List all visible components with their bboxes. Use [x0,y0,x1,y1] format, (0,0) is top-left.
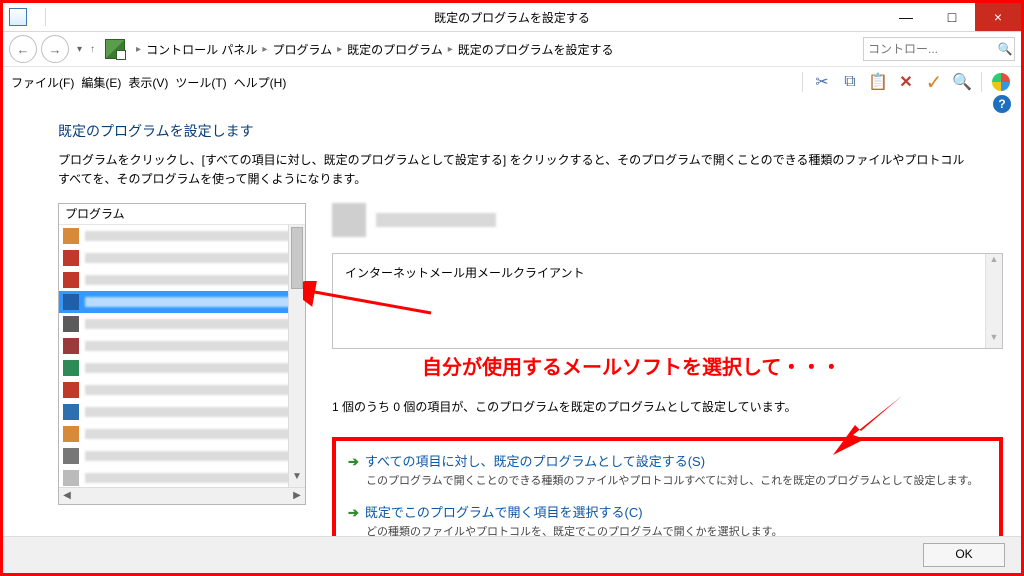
search-input[interactable] [864,42,996,56]
page-title: 既定のプログラムを設定します [58,121,1003,141]
program-header [332,203,1003,237]
program-detail: インターネットメール用メールクライアント ▲ ▼ 自分が使用するメールソフトを選… [332,203,1003,537]
option-desc: どの種類のファイルやプロトコルを、既定でこのプログラムで開くかを選択します。 [366,523,987,537]
list-item[interactable] [59,247,305,269]
list-item[interactable] [59,423,305,445]
annotation-text: 自分が使用するメールソフトを選択して・・・ [422,351,1003,380]
toolbar-divider [802,72,803,92]
history-dropdown-icon[interactable]: ▾ [77,44,82,55]
dialog-footer: OK [3,536,1021,573]
toolbar: ✂ ⧉ 📋 ✕ ✓ 🔍 [799,70,1013,94]
program-list-header: プログラム [59,204,305,225]
cut-icon[interactable]: ✂ [810,70,834,94]
list-vertical-scrollbar[interactable]: ▲ ▼ [288,225,305,487]
program-list-body[interactable]: ▲ ▼ [59,225,305,487]
paste-icon[interactable]: 📋 [866,70,890,94]
scroll-up-icon[interactable]: ▲ [986,254,1002,270]
crumb-3[interactable]: 既定のプログラムを設定する [458,41,614,58]
option-choose-defaults[interactable]: ➔ 既定でこのプログラムで開く項目を選択する(C) どの種類のファイルやプロトコル… [348,502,987,537]
system-menu-icon[interactable] [9,8,27,26]
list-item-selected[interactable] [59,291,305,313]
list-item[interactable] [59,401,305,423]
option-desc: このプログラムで開くことのできる種類のファイルやプロトコルすべてに対し、これを既… [366,472,987,488]
arrow-icon: ➔ [348,454,359,469]
control-panel-window: 既定のプログラムを設定する — □ × ← → ▾ ↑ ▸ コントロール パネル… [0,0,1024,576]
window-buttons: — □ × [883,3,1021,31]
breadcrumb[interactable]: ▸ コントロール パネル▸ プログラム▸ 既定のプログラム▸ 既定のプログラムを… [131,41,613,58]
list-item[interactable] [59,335,305,357]
list-item[interactable] [59,445,305,467]
toolbar-search-icon[interactable]: 🔍 [950,70,974,94]
content-pane: ? 既定のプログラムを設定します プログラムをクリックし、[すべての項目に対し、… [3,95,1021,537]
program-description: インターネットメール用メールクライアント [345,266,585,280]
option-title[interactable]: すべての項目に対し、既定のプログラムとして設定する(S) [365,454,705,469]
titlebar-separator [45,8,46,26]
list-item[interactable] [59,357,305,379]
search-box[interactable]: 🔍 [863,37,1015,61]
control-panel-icon[interactable] [105,39,125,59]
minimize-button[interactable]: — [883,3,929,31]
desc-scrollbar[interactable]: ▲ ▼ [985,254,1002,348]
help-icon[interactable]: ? [993,95,1011,113]
close-button[interactable]: × [975,3,1021,31]
scroll-left-icon[interactable]: ◀ [59,488,75,504]
ok-button[interactable]: OK [923,543,1005,567]
navigation-bar: ← → ▾ ↑ ▸ コントロール パネル▸ プログラム▸ 既定のプログラム▸ 既… [3,32,1021,67]
check-icon[interactable]: ✓ [922,70,946,94]
list-item[interactable] [59,467,305,487]
arrow-icon: ➔ [348,505,359,520]
option-set-all-defaults[interactable]: ➔ すべての項目に対し、既定のプログラムとして設定する(S) このプログラムで開く… [348,451,987,488]
crumb-2[interactable]: 既定のプログラム [347,41,443,58]
maximize-button[interactable]: □ [929,3,975,31]
scroll-down-icon[interactable]: ▼ [986,332,1002,348]
program-name-blurred [376,213,496,227]
delete-icon[interactable]: ✕ [894,70,918,94]
back-button[interactable]: ← [9,35,37,63]
forward-button[interactable]: → [41,35,69,63]
crumb-1[interactable]: プログラム [272,41,332,58]
list-item[interactable] [59,269,305,291]
menu-bar: ファイル(F) 編集(E) 表示(V) ツール(T) ヘルプ(H) ✂ ⧉ 📋 … [3,67,1021,97]
program-description-box: インターネットメール用メールクライアント ▲ ▼ [332,253,1003,349]
up-button[interactable]: ↑ [90,44,95,55]
scroll-right-icon[interactable]: ▶ [289,488,305,504]
option-title[interactable]: 既定でこのプログラムで開く項目を選択する(C) [365,505,643,520]
default-status: 1 個のうち 0 個の項目が、このプログラムを既定のプログラムとして設定していま… [332,398,1003,415]
search-icon[interactable]: 🔍 [996,42,1014,56]
program-list[interactable]: プログラム ▲ ▼ [58,203,306,505]
list-item[interactable] [59,225,305,247]
copy-icon[interactable]: ⧉ [838,70,862,94]
scroll-down-icon[interactable]: ▼ [289,471,305,487]
page-intro: プログラムをクリックし、[すべての項目に対し、既定のプログラムとして設定する] … [58,151,968,189]
titlebar: 既定のプログラムを設定する — □ × [3,3,1021,32]
menu-help[interactable]: ヘルプ(H) [234,74,287,91]
list-item[interactable] [59,379,305,401]
window-title: 既定のプログラムを設定する [3,9,1021,26]
scroll-thumb[interactable] [291,227,303,289]
list-item[interactable] [59,313,305,335]
menu-tool[interactable]: ツール(T) [175,74,226,91]
menu-view[interactable]: 表示(V) [128,74,168,91]
menu-edit[interactable]: 編集(E) [81,74,121,91]
menu-file[interactable]: ファイル(F) [11,74,74,91]
list-horizontal-scrollbar[interactable]: ◀ ▶ [59,487,305,504]
program-icon [332,203,366,237]
pie-icon[interactable] [989,70,1013,94]
options-highlight-box: ➔ すべての項目に対し、既定のプログラムとして設定する(S) このプログラムで開く… [332,437,1003,537]
toolbar-divider [981,72,982,92]
crumb-0[interactable]: コントロール パネル [146,41,257,58]
